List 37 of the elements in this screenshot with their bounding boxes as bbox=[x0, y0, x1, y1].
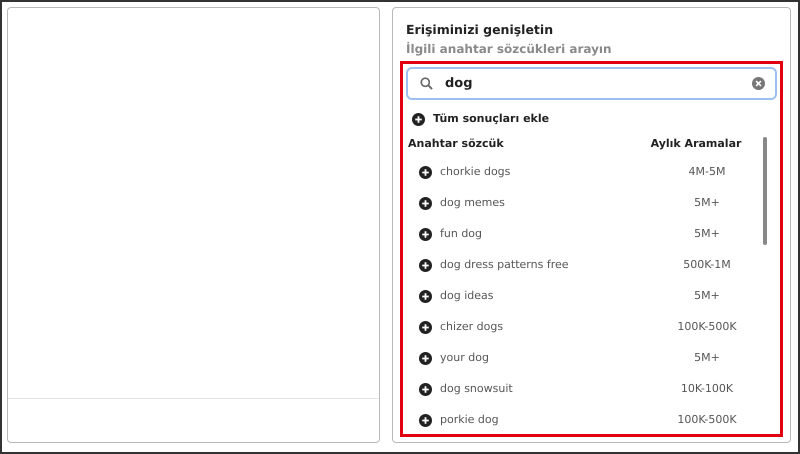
add-icon[interactable] bbox=[419, 258, 432, 272]
search-volume: 5M+ bbox=[693, 350, 721, 366]
add-all-button[interactable]: Tüm sonuçları ekle bbox=[412, 110, 550, 128]
search-volume: 5M+ bbox=[693, 288, 721, 304]
search-volume: 10K-100K bbox=[680, 381, 734, 397]
column-header: Anahtar sözcük bbox=[408, 136, 505, 152]
search-field[interactable]: dog bbox=[406, 66, 777, 100]
panel-title: Erişiminizi genişletin bbox=[406, 21, 554, 39]
add-icon[interactable] bbox=[419, 382, 432, 396]
search-volume: 500K-1M bbox=[682, 257, 732, 273]
add-icon[interactable] bbox=[419, 320, 432, 334]
keyword-text: dog ideas bbox=[440, 288, 494, 304]
column-header: Aylık Aramalar bbox=[650, 136, 742, 152]
clear-icon[interactable] bbox=[752, 76, 765, 90]
search-volume: 5M+ bbox=[693, 226, 721, 242]
add-icon[interactable] bbox=[419, 290, 432, 303]
search-volume: 100K-500K bbox=[676, 319, 738, 335]
keyword-text: fun dog bbox=[440, 226, 484, 242]
keyword-text: dog dress patterns free bbox=[440, 257, 570, 273]
scrollbar-thumb[interactable] bbox=[763, 137, 767, 246]
search-volume: 4M-5M bbox=[688, 164, 726, 180]
add-icon[interactable] bbox=[419, 228, 432, 241]
search-icon bbox=[420, 76, 433, 90]
add-icon[interactable] bbox=[419, 414, 432, 427]
keyword-text: porkie dog bbox=[440, 412, 500, 428]
search-volume: 100K-500K bbox=[676, 412, 738, 428]
search-volume: 5M+ bbox=[693, 195, 721, 211]
panel-subtitle: İlgili anahtar sözcükleri arayın bbox=[406, 40, 613, 58]
add-icon[interactable] bbox=[412, 112, 425, 126]
keyword-text: chorkie dogs bbox=[440, 164, 512, 180]
keyword-text: dog snowsuit bbox=[440, 381, 514, 397]
keyword-text: your dog bbox=[440, 350, 490, 366]
add-icon[interactable] bbox=[419, 196, 432, 210]
keyword-text: chizer dogs bbox=[440, 319, 504, 335]
add-icon[interactable] bbox=[419, 352, 432, 365]
keyword-text: dog memes bbox=[440, 195, 506, 211]
add-icon[interactable] bbox=[419, 166, 432, 179]
